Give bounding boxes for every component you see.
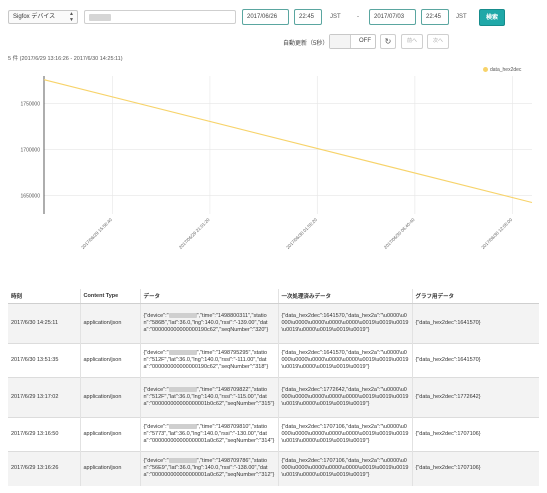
- column-header-content-type: Content Type: [79, 289, 140, 304]
- column-header-graph-data: グラフ用データ: [411, 289, 539, 304]
- cell-content-type: application/json: [79, 303, 140, 344]
- redacted-device-id: [168, 458, 197, 464]
- column-header-processed: 一次処理済みデータ: [277, 289, 412, 304]
- cell-time: 2017/6/30 14:25:11: [8, 303, 80, 344]
- column-header-data: データ: [139, 289, 278, 304]
- data-prefix: {"device":": [143, 424, 169, 430]
- x-tick-label: 2017/06/29 21:01:20: [178, 217, 211, 250]
- x-tick-label: 2017/06/29 15:56:40: [80, 217, 113, 250]
- cell-time: 2017/6/29 13:16:26: [8, 451, 80, 486]
- table-row: 2017/6/30 14:25:11 application/json {"devi…: [8, 303, 539, 344]
- cell-data: {"device":" ","time":"1498709810","statio…: [139, 417, 278, 452]
- table-row: 2017/6/29 13:16:26 application/json {"devi…: [8, 451, 539, 486]
- cell-processed-data: {"data_hex2dec":1707106,"data_hex2a":"\u…: [277, 417, 412, 452]
- x-tick-label: 2017/06/30 06:40:40: [383, 217, 416, 250]
- redacted-device-id: [168, 387, 197, 392]
- redacted-device-id: [168, 424, 197, 429]
- cell-processed-data: {"data_hex2dec":1641570,"data_hex2a":"\u…: [277, 343, 412, 378]
- x-tick-label: 2017/06/30 01:55:20: [285, 217, 318, 250]
- line-chart: 1650000 1700000 1750000 2017/06/29 15:56:40…: [21, 76, 533, 250]
- cell-graph-data: {"data_hex2dec":1641570}: [411, 343, 539, 378]
- series-line-data-hex2dec: [43, 79, 533, 204]
- column-header-time: 時刻: [8, 289, 80, 304]
- data-prefix: {"device":": [143, 387, 169, 393]
- table-row: 2017/6/29 13:17:02 application/json {"devi…: [8, 377, 539, 418]
- cell-content-type: application/json: [79, 377, 140, 418]
- cell-data: {"device":" ","time":"1498795295","statio…: [139, 343, 278, 378]
- redacted-device-id: [168, 350, 197, 355]
- cell-time: 2017/6/29 13:17:02: [8, 377, 80, 418]
- cell-time: 2017/6/29 13:16:50: [8, 417, 80, 452]
- cell-graph-data: {"data_hex2dec":1772642}: [411, 377, 539, 418]
- cell-data: {"device":" ","time":"1498800311","statio…: [139, 303, 278, 344]
- cell-time: 2017/6/30 13:51:35: [8, 343, 80, 378]
- table-header-row: 時刻 Content Type データ 一次処理済みデータ グラフ用データ: [8, 289, 539, 304]
- y-tick-label: 1750000: [21, 102, 41, 108]
- y-tick-label: 1650000: [21, 194, 41, 200]
- redacted-device-id: [168, 313, 197, 318]
- cell-processed-data: {"data_hex2dec":1707106,"data_hex2a":"\u…: [277, 451, 412, 486]
- table-row: 2017/6/29 13:16:50 application/json {"devi…: [8, 417, 539, 452]
- data-prefix: {"device":": [143, 350, 169, 356]
- cell-content-type: application/json: [79, 417, 140, 452]
- cell-processed-data: {"data_hex2dec":1772642,"data_hex2a":"\u…: [277, 377, 412, 418]
- cell-data: {"device":" ","time":"1498709786","statio…: [139, 451, 278, 486]
- cell-content-type: application/json: [79, 451, 140, 486]
- data-prefix: {"device":": [143, 313, 169, 319]
- cell-graph-data: {"data_hex2dec":1707106}: [411, 417, 539, 452]
- cell-content-type: application/json: [79, 343, 140, 378]
- cell-graph-data: {"data_hex2dec":1707106}: [411, 451, 539, 486]
- data-table: 時刻 Content Type データ 一次処理済みデータ グラフ用データ 20…: [8, 289, 539, 486]
- x-tick-label: 2017/06/30 12:05:00: [480, 217, 513, 250]
- cell-processed-data: {"data_hex2dec":1641570,"data_hex2a":"\u…: [277, 303, 412, 344]
- y-tick-label: 1700000: [21, 148, 41, 154]
- table-row: 2017/6/30 13:51:35 application/json {"devi…: [8, 343, 539, 378]
- cell-graph-data: {"data_hex2dec":1641570}: [411, 303, 539, 344]
- data-prefix: {"device":": [143, 458, 169, 465]
- cell-data: {"device":" ","time":"1498709822","statio…: [139, 377, 278, 418]
